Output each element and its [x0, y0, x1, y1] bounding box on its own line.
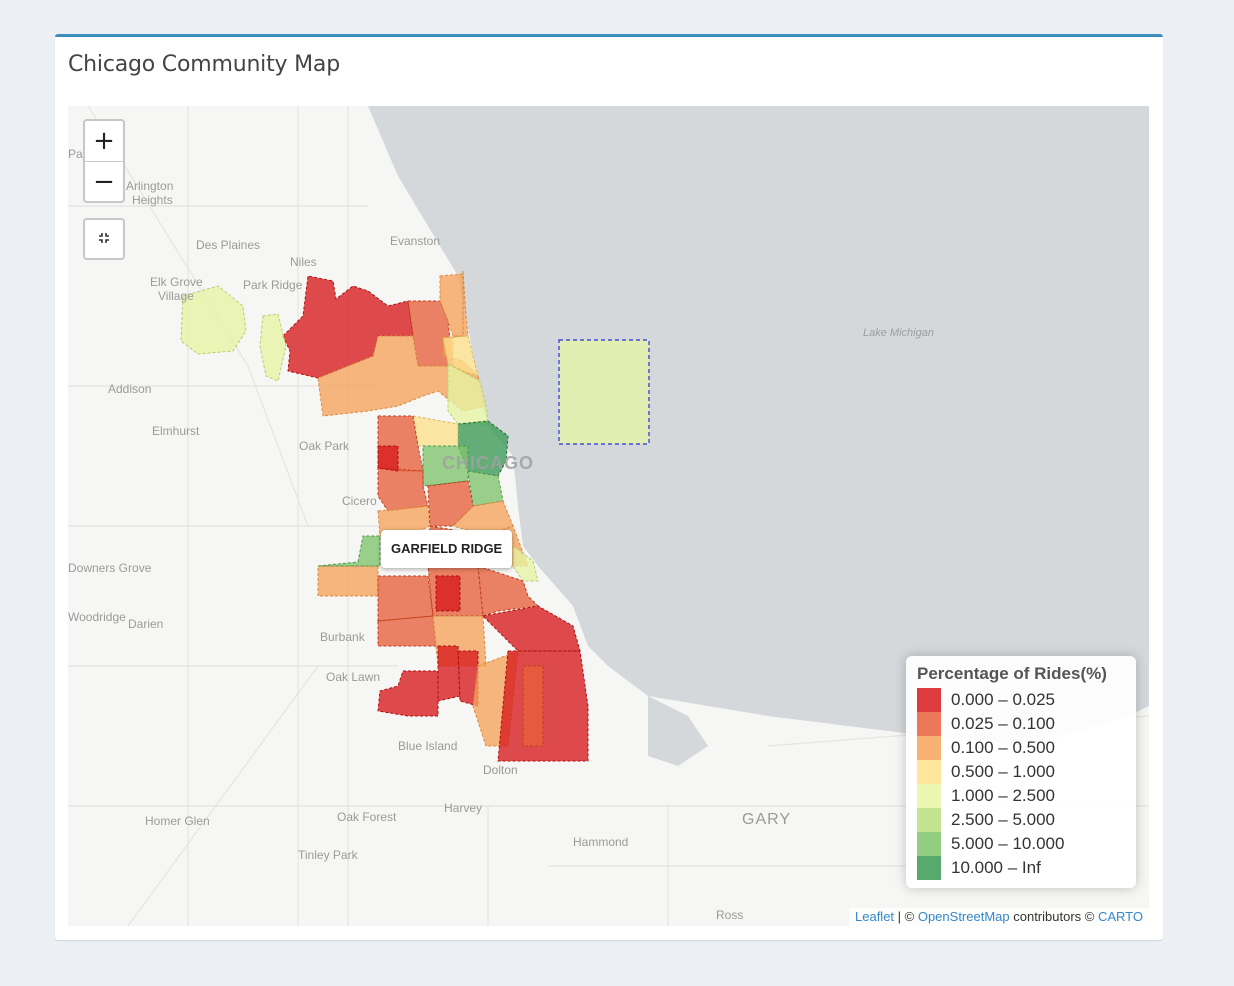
legend-item: 5.000 – 10.000	[917, 832, 1126, 856]
place-label: Homer Glen	[145, 814, 210, 828]
legend-title: Percentage of Rides(%)	[917, 664, 1107, 683]
place-label: Blue Island	[398, 739, 457, 753]
place-label: Niles	[290, 255, 317, 269]
legend-item: 0.100 – 0.500	[917, 736, 1126, 760]
place-label: Ross	[716, 908, 743, 922]
osm-link[interactable]: OpenStreetMap	[918, 909, 1010, 924]
place-label: Heights	[132, 193, 173, 207]
legend-swatch	[917, 784, 941, 808]
place-label: Cicero	[342, 494, 377, 508]
legend-swatch	[917, 688, 941, 712]
place-label: Burbank	[320, 630, 366, 644]
leaflet-map[interactable]: Pa Arlington Heights Des Plaines Evansto…	[68, 106, 1149, 926]
place-label: Downers Grove	[68, 561, 152, 575]
legend-item: 2.500 – 5.000	[917, 808, 1126, 832]
reset-view-button[interactable]	[83, 218, 125, 260]
place-label: Tinley Park	[298, 848, 359, 862]
place-label: Oak Lawn	[326, 670, 380, 684]
place-label: Evanston	[390, 234, 440, 248]
place-label: Hammond	[573, 835, 628, 849]
legend-swatch	[917, 832, 941, 856]
place-label: Dolton	[483, 763, 518, 777]
place-label: Oak Forest	[337, 810, 397, 824]
city-label: CHICAGO	[442, 453, 534, 473]
map-panel: Chicago Community Map Pa Arlington Heigh…	[55, 34, 1163, 940]
selected-region	[558, 339, 650, 445]
legend-label: 0.500 – 1.000	[951, 762, 1055, 781]
place-label: Park Ridge	[243, 278, 303, 292]
place-label: Des Plaines	[196, 238, 260, 252]
place-label: Woodridge	[68, 610, 126, 624]
legend-item: 10.000 – Inf	[917, 856, 1126, 880]
place-label: Village	[158, 289, 194, 303]
legend-item: 1.000 – 2.500	[917, 784, 1126, 808]
legend-label: 0.025 – 0.100	[951, 714, 1055, 733]
legend-item: 0.000 – 0.025	[917, 688, 1126, 712]
zoom-control: + −	[83, 119, 125, 203]
area-tooltip: GARFIELD RIDGE	[381, 530, 513, 568]
carto-link[interactable]: CARTO	[1098, 909, 1143, 924]
panel-title: Chicago Community Map	[68, 52, 340, 77]
legend-label: 10.000 – Inf	[951, 858, 1041, 877]
legend-item: 0.025 – 0.100	[917, 712, 1126, 736]
legend-label: 2.500 – 5.000	[951, 810, 1055, 829]
map-legend: Percentage of Rides(%) 0.000 – 0.025 0.0…	[906, 656, 1136, 888]
place-label: Harvey	[444, 801, 482, 815]
legend-swatch	[917, 856, 941, 880]
attribution-text: contributors ©	[1009, 909, 1098, 924]
leaflet-link[interactable]: Leaflet	[855, 909, 894, 924]
legend-label: 1.000 – 2.500	[951, 786, 1055, 805]
map-attribution: Leaflet | © OpenStreetMap contributors ©…	[849, 908, 1149, 926]
place-label: Oak Park	[299, 439, 350, 453]
place-label: Pa	[68, 147, 83, 161]
legend-label: 5.000 – 10.000	[951, 834, 1065, 853]
legend-swatch	[917, 760, 941, 784]
place-label: Addison	[108, 382, 151, 396]
zoom-out-button[interactable]: −	[85, 162, 123, 201]
legend-item: 0.500 – 1.000	[917, 760, 1126, 784]
attribution-text: | ©	[894, 909, 918, 924]
legend-swatch	[917, 808, 941, 832]
place-label: Darien	[128, 617, 163, 631]
legend-swatch	[917, 712, 941, 736]
place-label: Arlington	[126, 179, 173, 193]
legend-swatch	[917, 736, 941, 760]
place-label: Elmhurst	[152, 424, 200, 438]
place-label: Elk Grove	[150, 275, 203, 289]
legend-label: 0.100 – 0.500	[951, 738, 1055, 757]
collapse-icon	[98, 232, 110, 247]
lake-label: Lake Michigan	[863, 327, 934, 339]
legend-label: 0.000 – 0.025	[951, 690, 1055, 709]
zoom-in-button[interactable]: +	[85, 121, 123, 162]
place-label: GARY	[742, 811, 791, 828]
